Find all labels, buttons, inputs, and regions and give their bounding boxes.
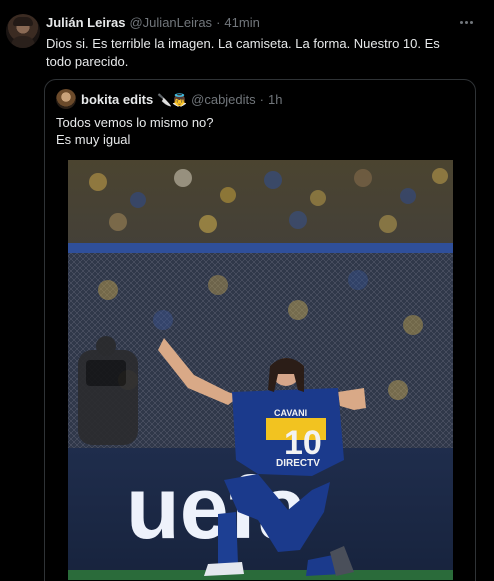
quote-photo[interactable]: uefa 10 CAVANI DIRECTV bbox=[68, 160, 453, 580]
quote-line: Es muy igual bbox=[56, 132, 131, 147]
tweet-header: Julián Leiras @JulianLeiras · 41min bbox=[46, 15, 260, 30]
tweet[interactable]: Julián Leiras @JulianLeiras · 41min Dios… bbox=[0, 0, 494, 581]
quote-avatar[interactable] bbox=[56, 89, 76, 109]
quote-author-handle[interactable]: @cabjedits bbox=[191, 92, 256, 107]
stadium-photo: uefa 10 CAVANI DIRECTV bbox=[68, 160, 453, 580]
separator: · bbox=[216, 15, 221, 30]
quote-separator: · bbox=[259, 92, 264, 107]
quote-author-name[interactable]: bokita edits bbox=[81, 92, 153, 107]
jersey-number: 10 bbox=[284, 424, 322, 462]
quote-author-emojis: 🔪👼 bbox=[157, 92, 188, 107]
timestamp[interactable]: 41min bbox=[224, 15, 259, 30]
quote-line: Todos vemos lo mismo no? bbox=[56, 115, 214, 130]
quote-timestamp[interactable]: 1h bbox=[268, 92, 282, 107]
author-name[interactable]: Julián Leiras bbox=[46, 15, 125, 30]
quote-text: Todos vemos lo mismo no? Es muy igual bbox=[56, 114, 214, 148]
quote-header: bokita edits 🔪👼 @cabjedits · 1h bbox=[81, 92, 282, 107]
more-icon[interactable] bbox=[458, 15, 474, 29]
jersey-name: CAVANI bbox=[274, 408, 307, 418]
author-handle[interactable]: @JulianLeiras bbox=[129, 15, 212, 30]
quoted-tweet[interactable]: bokita edits 🔪👼 @cabjedits · 1h Todos ve… bbox=[44, 79, 476, 581]
photographer bbox=[78, 336, 138, 445]
tweet-text: Dios si. Es terrible la imagen. La camis… bbox=[46, 36, 440, 69]
avatar[interactable] bbox=[6, 14, 40, 48]
sponsor: DIRECTV bbox=[276, 458, 320, 469]
